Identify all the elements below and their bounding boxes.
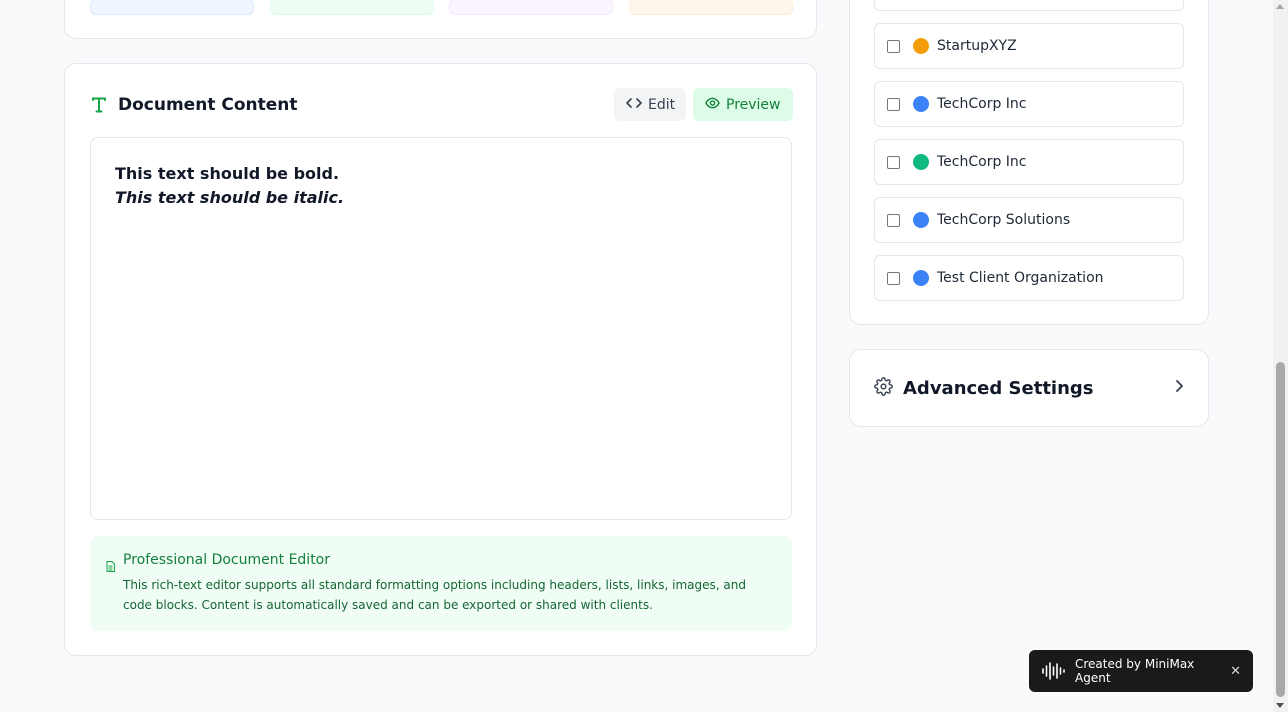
client-name: TechCorp Solutions: [937, 212, 1071, 228]
stat-tile-green: [270, 0, 434, 15]
client-color-dot: [913, 154, 929, 170]
client-color-dot: [913, 38, 929, 54]
client-row[interactable]: TechCorp Solutions: [874, 197, 1184, 243]
document-title: Document Content: [118, 95, 298, 115]
info-text: This rich-text editor supports all stand…: [123, 578, 746, 612]
created-by-toast: Created by MiniMax Agent ✕: [1029, 650, 1253, 692]
document-icon: [106, 557, 115, 572]
client-name: Test Client Organization: [937, 270, 1104, 286]
edit-button[interactable]: Edit: [614, 88, 686, 121]
client-checkbox[interactable]: [887, 271, 900, 285]
client-color-dot: [913, 96, 929, 112]
bold-text-line: This text should be bold.: [115, 164, 340, 183]
client-checkbox[interactable]: [887, 39, 900, 53]
client-color-dot: [913, 270, 929, 286]
scroll-up-arrow-icon[interactable]: [1276, 4, 1284, 9]
client-selection-card: StartupXYZ TechCorp Inc TechCorp Inc Tec…: [849, 0, 1209, 325]
document-header: Document Content: [90, 91, 298, 119]
edit-button-label: Edit: [648, 96, 676, 113]
eye-icon: [705, 96, 720, 114]
gear-icon: [874, 376, 893, 400]
stat-tile-blue: [90, 0, 254, 15]
italic-text-line: This text should be italic.: [115, 188, 345, 207]
document-preview-area[interactable]: This text should be bold. This text shou…: [90, 137, 792, 520]
document-content-card: Document Content Edit Preview This text …: [64, 63, 817, 656]
client-checkbox[interactable]: [887, 213, 900, 227]
stats-card: [64, 0, 817, 39]
client-checkbox[interactable]: [887, 155, 900, 169]
advanced-settings-title: Advanced Settings: [903, 377, 1094, 399]
client-name: TechCorp Inc: [937, 96, 1027, 112]
code-icon: [626, 96, 642, 114]
client-row[interactable]: TechCorp Inc: [874, 81, 1184, 127]
client-row-partial: [874, 0, 1184, 11]
client-color-dot: [913, 212, 929, 228]
stat-tile-orange: [629, 0, 793, 15]
stat-tile-purple: [449, 0, 613, 15]
advanced-settings-toggle[interactable]: Advanced Settings: [849, 349, 1209, 427]
client-checkbox[interactable]: [887, 97, 900, 111]
chevron-right-icon: [1174, 378, 1184, 398]
client-row[interactable]: Test Client Organization: [874, 255, 1184, 301]
info-title: Professional Document Editor: [123, 552, 330, 568]
client-name: StartupXYZ: [937, 38, 1017, 54]
vertical-scrollbar[interactable]: [1273, 0, 1288, 712]
client-row[interactable]: TechCorp Inc: [874, 139, 1184, 185]
client-name: TechCorp Inc: [937, 154, 1027, 170]
close-icon[interactable]: ✕: [1230, 664, 1241, 679]
editor-info-box: Professional Document Editor This rich-t…: [90, 536, 792, 631]
toast-label: Created by MiniMax Agent: [1075, 657, 1195, 685]
scroll-thumb[interactable]: [1276, 362, 1285, 697]
preview-button-label: Preview: [726, 96, 781, 113]
text-type-icon: [90, 96, 108, 114]
scroll-down-arrow-icon[interactable]: [1276, 703, 1284, 708]
preview-button[interactable]: Preview: [693, 88, 793, 121]
client-row[interactable]: StartupXYZ: [874, 23, 1184, 69]
minimax-logo-icon: [1041, 661, 1067, 681]
